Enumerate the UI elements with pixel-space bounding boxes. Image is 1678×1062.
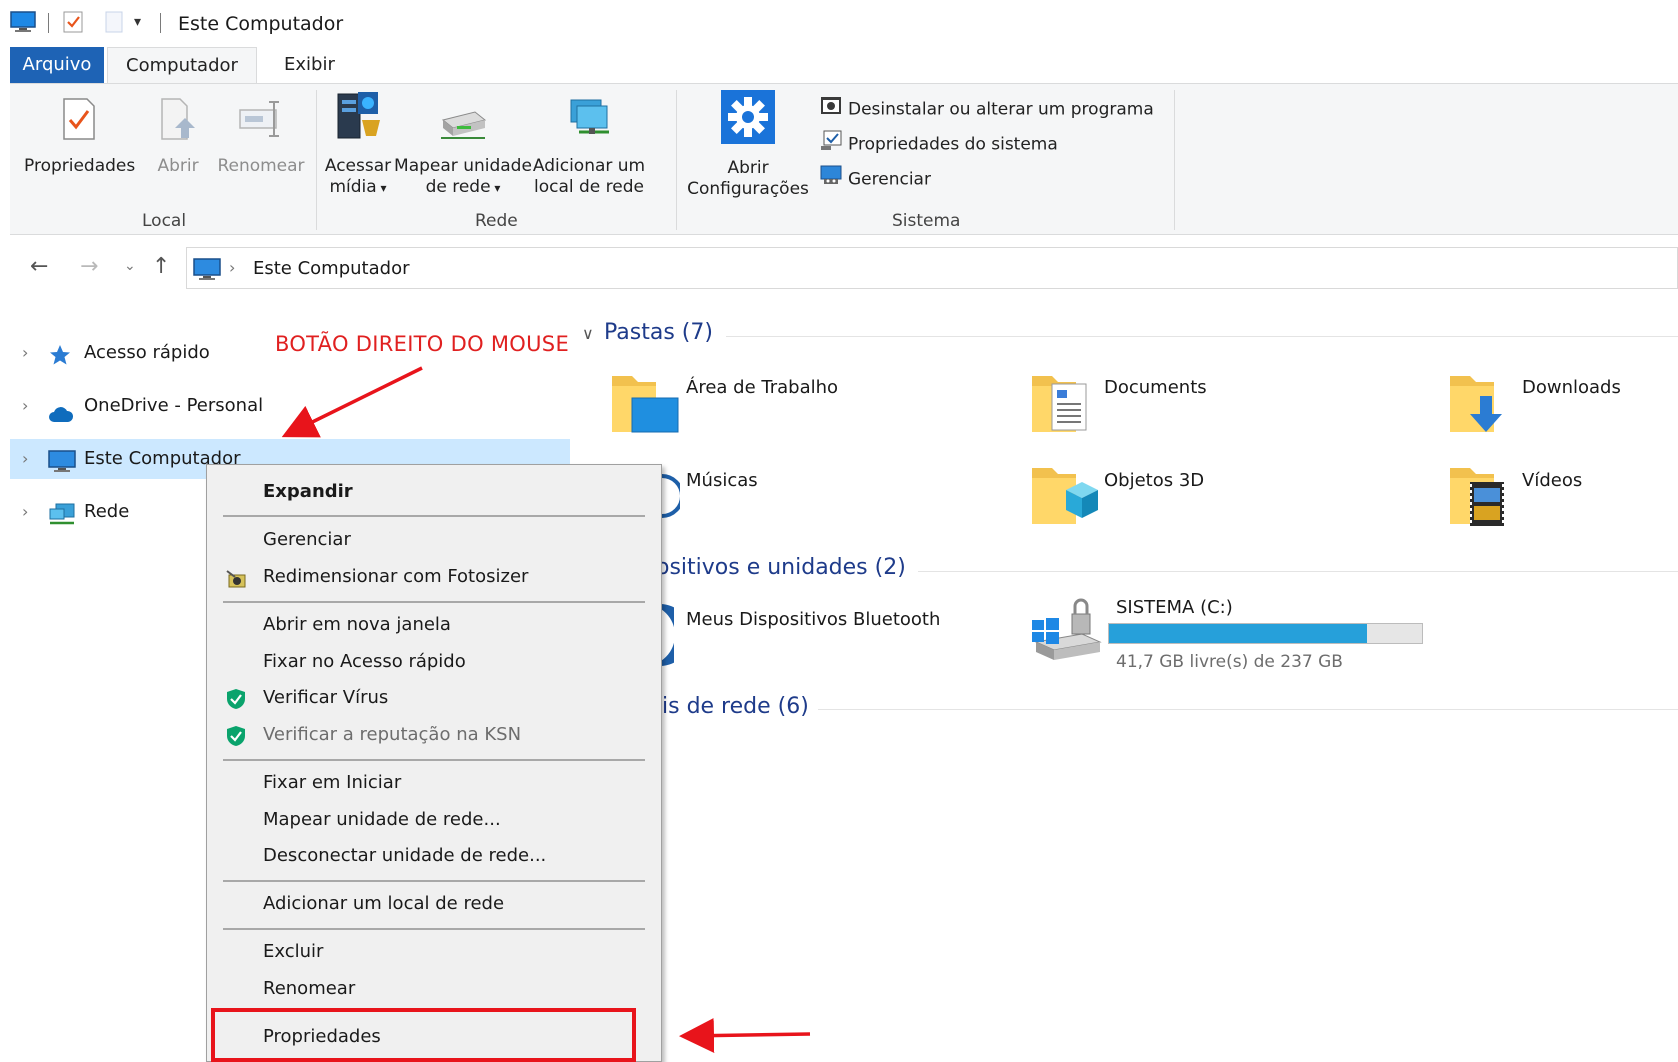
uninstall-icon [820, 94, 842, 125]
menu-item-open-new-window[interactable]: Abrir em nova janela [207, 608, 661, 642]
folder-music[interactable]: Músicas [686, 470, 758, 491]
menu-item-map-drive[interactable]: Mapear unidade de rede... [207, 803, 661, 837]
star-icon [48, 342, 72, 382]
tab-view[interactable]: Exibir [272, 47, 347, 83]
system-properties-icon [820, 129, 842, 160]
folder-documents[interactable]: Documents [1104, 377, 1207, 398]
device-bluetooth[interactable]: Meus Dispositivos Bluetooth [686, 609, 940, 630]
properties-check-icon[interactable] [62, 10, 84, 34]
manage-button[interactable]: Gerenciar [820, 164, 931, 192]
folder-downloads[interactable]: Downloads [1522, 377, 1621, 398]
menu-item-manage[interactable]: Gerenciar [207, 523, 661, 557]
add-network-location-button[interactable]: Adicionar um local de rede [530, 96, 648, 198]
menu-item-add-network-location[interactable]: Adicionar um local de rede [207, 887, 661, 921]
section-devices-title[interactable]: ositivos e unidades (2) [656, 555, 906, 580]
kaspersky-shield-icon [225, 688, 247, 722]
system-properties-button[interactable]: Propriedades do sistema [820, 129, 1058, 157]
open-icon [148, 96, 208, 148]
chevron-right-icon[interactable]: › [22, 439, 28, 479]
annotation-highlight-box [211, 1008, 636, 1062]
properties-button[interactable]: Propriedades [24, 96, 135, 177]
open-button[interactable]: Abrir [148, 96, 208, 177]
desktop-folder-icon [610, 370, 680, 443]
customize-toolbar-icon[interactable]: ▾ [134, 14, 141, 38]
breadcrumb-chevron-icon[interactable]: › [229, 258, 235, 277]
breadcrumb[interactable]: Este Computador [253, 258, 409, 279]
menu-item-fotosizer[interactable]: Redimensionar com Fotosizer [207, 560, 661, 594]
forward-arrow-icon[interactable]: → [80, 254, 98, 279]
network-location-icon [530, 96, 648, 148]
network-icon [48, 501, 76, 541]
navigation-bar: ← → ⌄ ↑ › Este Computador [0, 244, 1678, 294]
system-drive-icon [1030, 596, 1106, 675]
fotosizer-icon [225, 567, 249, 601]
manage-computer-icon [820, 164, 842, 195]
settings-gear-icon [686, 90, 810, 150]
menu-item-pin-start[interactable]: Fixar em Iniciar [207, 766, 661, 800]
computer-icon [48, 448, 76, 488]
properties-icon [24, 96, 134, 148]
drive-usage-fill [1109, 624, 1367, 643]
group-label-local: Local [142, 211, 187, 231]
rename-icon [215, 96, 307, 148]
section-network-title[interactable]: is de rede (6) [662, 694, 809, 719]
cloud-icon [48, 398, 74, 438]
annotation-arrow-to-properties [679, 1018, 811, 1054]
uninstall-program-button[interactable]: Desinstalar ou alterar um programa [820, 94, 1154, 122]
back-arrow-icon[interactable]: ← [30, 254, 48, 279]
drive-free-space: 41,7 GB livre(s) de 237 GB [1116, 652, 1343, 672]
section-folders-title[interactable]: Pastas (7) [604, 320, 713, 345]
tab-file[interactable]: Arquivo [10, 47, 104, 83]
chevron-right-icon[interactable]: › [22, 492, 28, 532]
chevron-right-icon[interactable]: › [22, 333, 28, 373]
computer-icon[interactable] [10, 10, 36, 34]
map-network-drive-button[interactable]: Mapear unidade de rede ▾ [394, 106, 532, 199]
address-bar[interactable]: › Este Computador [186, 247, 1678, 289]
chevron-right-icon[interactable]: › [22, 386, 28, 426]
menu-item-disconnect-drive[interactable]: Desconectar unidade de rede... [207, 839, 661, 873]
drive-name[interactable]: SISTEMA (C:) [1116, 597, 1233, 618]
collapse-chevron-icon[interactable]: ∨ [582, 324, 594, 343]
3d-objects-folder-icon [1030, 462, 1100, 535]
folder-videos[interactable]: Vídeos [1522, 470, 1582, 491]
context-menu: Expandir Gerenciar Redimensionar com Fot… [206, 464, 662, 1062]
tab-computer[interactable]: Computador [107, 47, 257, 83]
group-label-system: Sistema [892, 211, 961, 231]
folder-desktop[interactable]: Área de Trabalho [686, 377, 838, 398]
videos-folder-icon [1448, 462, 1518, 535]
menu-item-expand[interactable]: Expandir [207, 475, 661, 509]
downloads-folder-icon [1448, 370, 1518, 443]
drive-usage-bar [1108, 623, 1423, 644]
menu-item-delete[interactable]: Excluir [207, 935, 661, 969]
access-media-button[interactable]: Acessar mídia ▾ [322, 88, 394, 199]
up-arrow-icon[interactable]: ↑ [152, 254, 170, 279]
menu-item-pin-quick-access[interactable]: Fixar no Acesso rápido [207, 645, 661, 679]
recent-locations-chevron-icon[interactable]: ⌄ [124, 258, 136, 274]
group-label-network: Rede [475, 211, 518, 231]
window-title: Este Computador [178, 13, 344, 35]
computer-icon [193, 257, 221, 286]
open-settings-button[interactable]: Abrir Configurações [686, 90, 810, 200]
documents-folder-icon [1030, 370, 1100, 443]
menu-item-ksn-reputation[interactable]: Verificar a reputação na KSN [207, 718, 661, 752]
folder-3d-objects[interactable]: Objetos 3D [1104, 470, 1204, 491]
rename-button[interactable]: Renomear [215, 96, 307, 177]
nav-item-onedrive[interactable]: › OneDrive - Personal [10, 386, 570, 426]
menu-item-scan-virus[interactable]: Verificar Vírus [207, 681, 661, 715]
new-folder-icon[interactable] [104, 10, 124, 34]
annotation-label: BOTÃO DIREITO DO MOUSE [275, 332, 570, 356]
title-bar: ▾ Este Computador [0, 0, 1678, 44]
network-drive-icon [394, 106, 532, 148]
menu-item-rename[interactable]: Renomear [207, 972, 661, 1006]
media-server-icon [322, 88, 394, 148]
kaspersky-shield-icon [225, 725, 247, 759]
ribbon: Propriedades Abrir Renomear Local Acessa… [10, 83, 1678, 235]
